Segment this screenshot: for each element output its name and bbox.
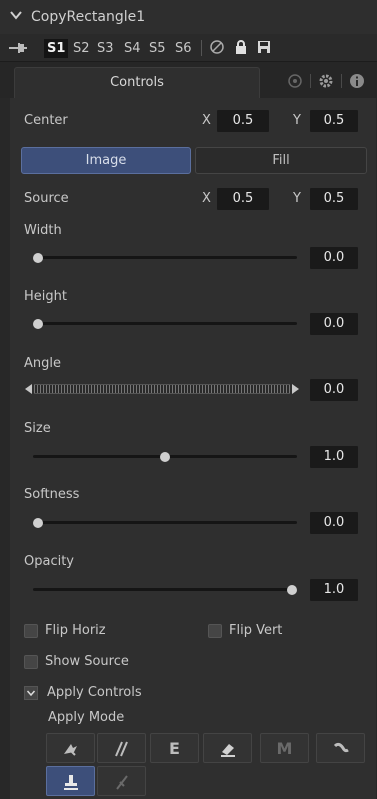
softness-slider-knob[interactable] xyxy=(33,518,43,528)
softness-field[interactable]: 0.0 xyxy=(310,512,358,534)
width-slider-knob[interactable] xyxy=(33,253,43,263)
pin-icon[interactable] xyxy=(8,41,28,55)
stamp-icon xyxy=(64,775,78,790)
height-slider-track[interactable] xyxy=(33,322,297,325)
version-slots-bar: S1 S2 S3 S4 S5 S6 xyxy=(0,34,377,62)
apply-mode-merge-button[interactable] xyxy=(46,733,95,763)
transparency-brush-icon xyxy=(115,741,128,757)
source-y-label: Y xyxy=(293,191,301,206)
size-slider-knob[interactable] xyxy=(160,452,170,462)
angle-field[interactable]: 0.0 xyxy=(310,379,358,401)
disable-icon[interactable] xyxy=(209,39,225,55)
center-y-label: Y xyxy=(293,113,301,128)
flip-vert-label: Flip Vert xyxy=(229,623,283,638)
eraser-icon xyxy=(221,744,235,757)
flip-vert-checkbox[interactable] xyxy=(208,624,222,638)
apply-mode-merge-m-button[interactable]: M xyxy=(260,733,309,763)
modifiers-icon[interactable] xyxy=(287,73,303,89)
opacity-slider-track[interactable] xyxy=(33,588,297,591)
slot-s5[interactable]: S5 xyxy=(149,39,166,58)
lock-icon[interactable] xyxy=(233,39,249,55)
width-field[interactable]: 0.0 xyxy=(310,247,358,269)
softness-label: Softness xyxy=(24,487,80,502)
source-label: Source xyxy=(24,191,69,206)
opacity-field[interactable]: 1.0 xyxy=(310,579,358,601)
tab-divider xyxy=(310,74,311,88)
tab-divider xyxy=(341,74,342,88)
width-label: Width xyxy=(24,223,62,238)
height-slider-knob[interactable] xyxy=(33,319,43,329)
angle-left-arrow-icon[interactable] xyxy=(25,384,32,394)
tab-controls[interactable]: Controls xyxy=(14,67,260,98)
show-source-checkbox[interactable] xyxy=(24,655,38,669)
m-icon: M xyxy=(276,739,293,758)
merge-icon xyxy=(64,744,77,756)
softness-slider-track[interactable] xyxy=(33,521,297,524)
center-x-field[interactable]: 0.5 xyxy=(217,110,269,132)
opacity-label: Opacity xyxy=(24,554,75,569)
source-x-field[interactable]: 0.5 xyxy=(217,188,269,210)
info-icon[interactable] xyxy=(349,73,365,89)
height-field[interactable]: 0.0 xyxy=(310,313,358,335)
tool-header: CopyRectangle1 xyxy=(0,0,377,34)
apply-mode-stamp-button[interactable] xyxy=(46,766,95,796)
source-y-field[interactable]: 0.5 xyxy=(310,188,358,210)
tool-title: CopyRectangle1 xyxy=(31,9,146,25)
flip-horiz-label: Flip Horiz xyxy=(45,623,106,638)
emboss-icon: E xyxy=(169,739,180,758)
inspector-tabs: Controls xyxy=(0,62,377,98)
apply-mode-label: Apply Mode xyxy=(48,710,125,725)
slot-s2[interactable]: S2 xyxy=(73,39,90,58)
clone-brush-icon xyxy=(116,775,128,790)
apply-mode-emboss-button[interactable]: E xyxy=(150,733,199,763)
height-label: Height xyxy=(24,289,67,304)
apply-mode-clone-button[interactable] xyxy=(97,766,146,796)
angle-label: Angle xyxy=(24,356,61,371)
size-label: Size xyxy=(24,421,51,436)
wire-removal-icon xyxy=(333,742,349,753)
center-x-label: X xyxy=(202,113,211,128)
chevron-down-icon[interactable] xyxy=(9,8,23,22)
flip-horiz-checkbox[interactable] xyxy=(24,624,38,638)
slots-divider xyxy=(201,40,202,56)
fill-mode-button[interactable]: Fill xyxy=(195,147,367,174)
angle-right-arrow-icon[interactable] xyxy=(292,384,299,394)
show-source-label: Show Source xyxy=(45,654,129,669)
opacity-slider-knob[interactable] xyxy=(287,585,297,595)
slot-s6[interactable]: S6 xyxy=(175,39,192,58)
angle-thumbwheel[interactable] xyxy=(34,384,290,394)
size-field[interactable]: 1.0 xyxy=(310,446,358,468)
apply-mode-wire-button[interactable] xyxy=(316,733,365,763)
width-slider-track[interactable] xyxy=(33,256,297,259)
apply-controls-label: Apply Controls xyxy=(47,685,142,700)
center-y-field[interactable]: 0.5 xyxy=(310,110,358,132)
slot-s1[interactable]: S1 xyxy=(44,39,69,58)
apply-mode-erase-button[interactable] xyxy=(203,733,252,763)
slot-s3[interactable]: S3 xyxy=(97,39,114,58)
image-mode-button[interactable]: Image xyxy=(21,147,191,174)
slot-s4[interactable]: S4 xyxy=(124,39,141,58)
source-x-label: X xyxy=(202,191,211,206)
apply-mode-transparency-button[interactable] xyxy=(97,733,146,763)
center-label: Center xyxy=(24,113,68,128)
apply-controls-chevron-icon[interactable] xyxy=(24,686,38,700)
gear-icon[interactable] xyxy=(318,73,334,89)
save-icon[interactable] xyxy=(256,39,272,55)
